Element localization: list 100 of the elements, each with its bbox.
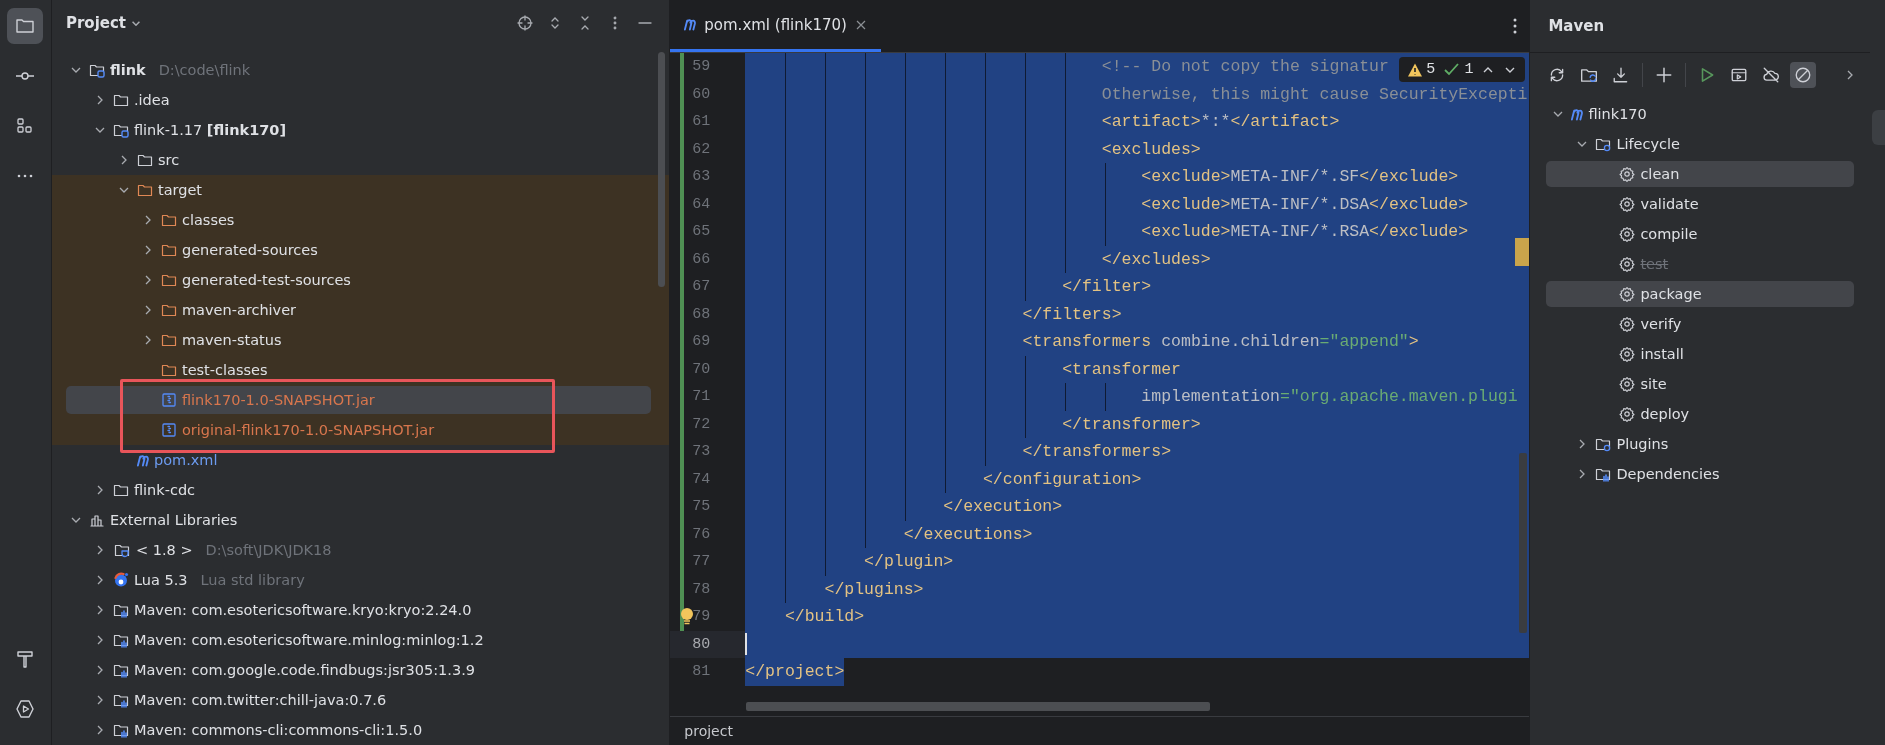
- line-number: 78: [692, 580, 711, 598]
- tree-item[interactable]: generated-test-sources: [181, 272, 351, 288]
- tree-item[interactable]: Maven: commons-cli:commons-cli:1.5.0: [133, 722, 423, 738]
- tree-item[interactable]: src: [157, 152, 180, 168]
- tree-item[interactable]: Maven: com.esotericsoftware.minlog:minlog:1.2: [133, 632, 484, 648]
- library-folder-icon: [112, 722, 129, 738]
- module-folder-icon: [112, 122, 129, 138]
- tree-item[interactable]: target: [157, 182, 203, 198]
- line-number: 59: [692, 58, 711, 76]
- line-number: 65: [692, 223, 711, 241]
- tree-item[interactable]: clean: [1640, 166, 1680, 182]
- tree-item[interactable]: maven-status: [181, 332, 282, 348]
- code-line: </filter>: [1061, 277, 1152, 297]
- tree-item[interactable]: flink170: [1588, 106, 1647, 122]
- tree-item[interactable]: compile: [1640, 226, 1698, 242]
- gear-icon: [1619, 226, 1636, 242]
- tree-item[interactable]: flink-1.17 [flink170]: [133, 122, 287, 138]
- close-icon[interactable]: [854, 18, 867, 31]
- maven-icon: [684, 18, 697, 31]
- chevron-down-icon[interactable]: [132, 20, 141, 26]
- folder-icon: [136, 182, 153, 198]
- line-number: 81: [692, 663, 711, 681]
- tree-item[interactable]: Lifecycle: [1616, 136, 1680, 152]
- tree-item[interactable]: generated-sources: [181, 242, 318, 258]
- tree-item[interactable]: Maven: com.twitter:chill-java:0.7.6: [133, 692, 387, 708]
- folder-icon: [160, 302, 177, 318]
- line-number: 64: [692, 195, 711, 213]
- folder-icon: [160, 242, 177, 258]
- tree-item[interactable]: package: [1640, 286, 1702, 302]
- line-number: 79: [692, 608, 711, 626]
- tree-item[interactable]: deploy: [1640, 406, 1690, 422]
- no-entry-icon[interactable]: [1790, 62, 1817, 88]
- tree-item[interactable]: pom.xml: [153, 452, 218, 468]
- gear-icon: [1619, 316, 1636, 332]
- tree-item[interactable]: External Libraries: [109, 512, 238, 528]
- library-folder-icon: [112, 692, 129, 708]
- crosshair-icon[interactable]: [517, 15, 534, 31]
- more-icon[interactable]: [1513, 18, 1518, 34]
- gear-icon: [1619, 196, 1636, 212]
- line-number: 80: [692, 635, 711, 653]
- tree-item[interactable]: Maven: com.google.code.findbugs:jsr305:1.3.9: [133, 662, 475, 678]
- folder-icon: [136, 152, 153, 168]
- code-line: <exclude>META-INF/*.SF</exclude>: [1140, 167, 1459, 187]
- line-number: 73: [692, 443, 711, 461]
- tree-item[interactable]: < 1.8 >: [135, 542, 193, 558]
- tree-item[interactable]: flink-cdc: [133, 482, 196, 498]
- code-line: <exclude>META-INF/*.DSA</exclude>: [1140, 194, 1469, 214]
- code-line: <transformer: [1061, 359, 1181, 379]
- code-line: </configuration>: [981, 469, 1142, 489]
- folder-icon[interactable]: [7, 8, 44, 44]
- tree-item[interactable]: maven-archiver: [181, 302, 297, 318]
- library-icon: [88, 512, 105, 528]
- code-line: </transformers>: [1021, 442, 1172, 462]
- path-hint: D:\code\flink: [158, 62, 251, 78]
- tree-item[interactable]: validate: [1640, 196, 1699, 212]
- scrollbar[interactable]: [1519, 453, 1528, 633]
- code-line: <exclude>META-INF/*.RSA</exclude>: [1140, 222, 1469, 242]
- warning-icon: [1407, 61, 1424, 78]
- archive-icon: [160, 392, 177, 408]
- code-line: </build>: [783, 607, 865, 627]
- code-line: </filters>: [1021, 304, 1122, 324]
- tree-item[interactable]: flink: [109, 62, 146, 78]
- tree-item[interactable]: install: [1640, 346, 1684, 362]
- folder-icon: [160, 362, 177, 378]
- gear-icon: [1619, 406, 1636, 422]
- breadcrumb[interactable]: project: [684, 723, 733, 739]
- tree-item[interactable]: .idea: [133, 92, 170, 108]
- scrollbar[interactable]: [658, 52, 666, 287]
- code-line: </transformer>: [1061, 414, 1201, 434]
- line-number: 76: [692, 525, 711, 543]
- sdk-folder-icon: [112, 542, 131, 558]
- gear-icon: [1619, 166, 1636, 182]
- lua-icon: [112, 572, 129, 588]
- inspection-widget[interactable]: 5 1: [1399, 57, 1526, 82]
- tree-item[interactable]: classes: [181, 212, 235, 228]
- code-line: </excludes>: [1100, 249, 1211, 269]
- warning-marker: [1515, 238, 1530, 266]
- warning-count: 5: [1426, 61, 1436, 78]
- scrollbar[interactable]: [746, 701, 1211, 711]
- tree-item[interactable]: Maven: com.esotericsoftware.kryo:kryo:2.24.0: [133, 602, 472, 618]
- library-folder-icon: [112, 632, 129, 648]
- code-line: <transformers combine.children="append">: [1021, 332, 1419, 352]
- tree-item[interactable]: verify: [1640, 316, 1682, 332]
- tree-item[interactable]: test-classes: [181, 362, 268, 378]
- tree-item[interactable]: Lua 5.3: [133, 572, 188, 588]
- path-hint: D:\soft\JDK\JDK18: [205, 542, 332, 558]
- line-number: 67: [692, 278, 711, 296]
- line-number: 77: [692, 553, 711, 571]
- gear-icon: [1619, 286, 1636, 302]
- tree-item[interactable]: site: [1640, 376, 1667, 392]
- module-folder-icon: [88, 62, 105, 78]
- code-line: </plugins>: [823, 579, 924, 599]
- folder-icon: [112, 92, 129, 108]
- panel-title-dropdown[interactable]: Project: [65, 14, 141, 32]
- tree-item[interactable]: Plugins: [1616, 436, 1669, 452]
- folder-icon: [160, 272, 177, 288]
- text-cursor: [745, 633, 748, 656]
- code-line: </plugin>: [863, 552, 954, 572]
- tree-item[interactable]: Dependencies: [1616, 466, 1720, 482]
- code-line: <artifact>*:*</artifact>: [1100, 112, 1340, 132]
